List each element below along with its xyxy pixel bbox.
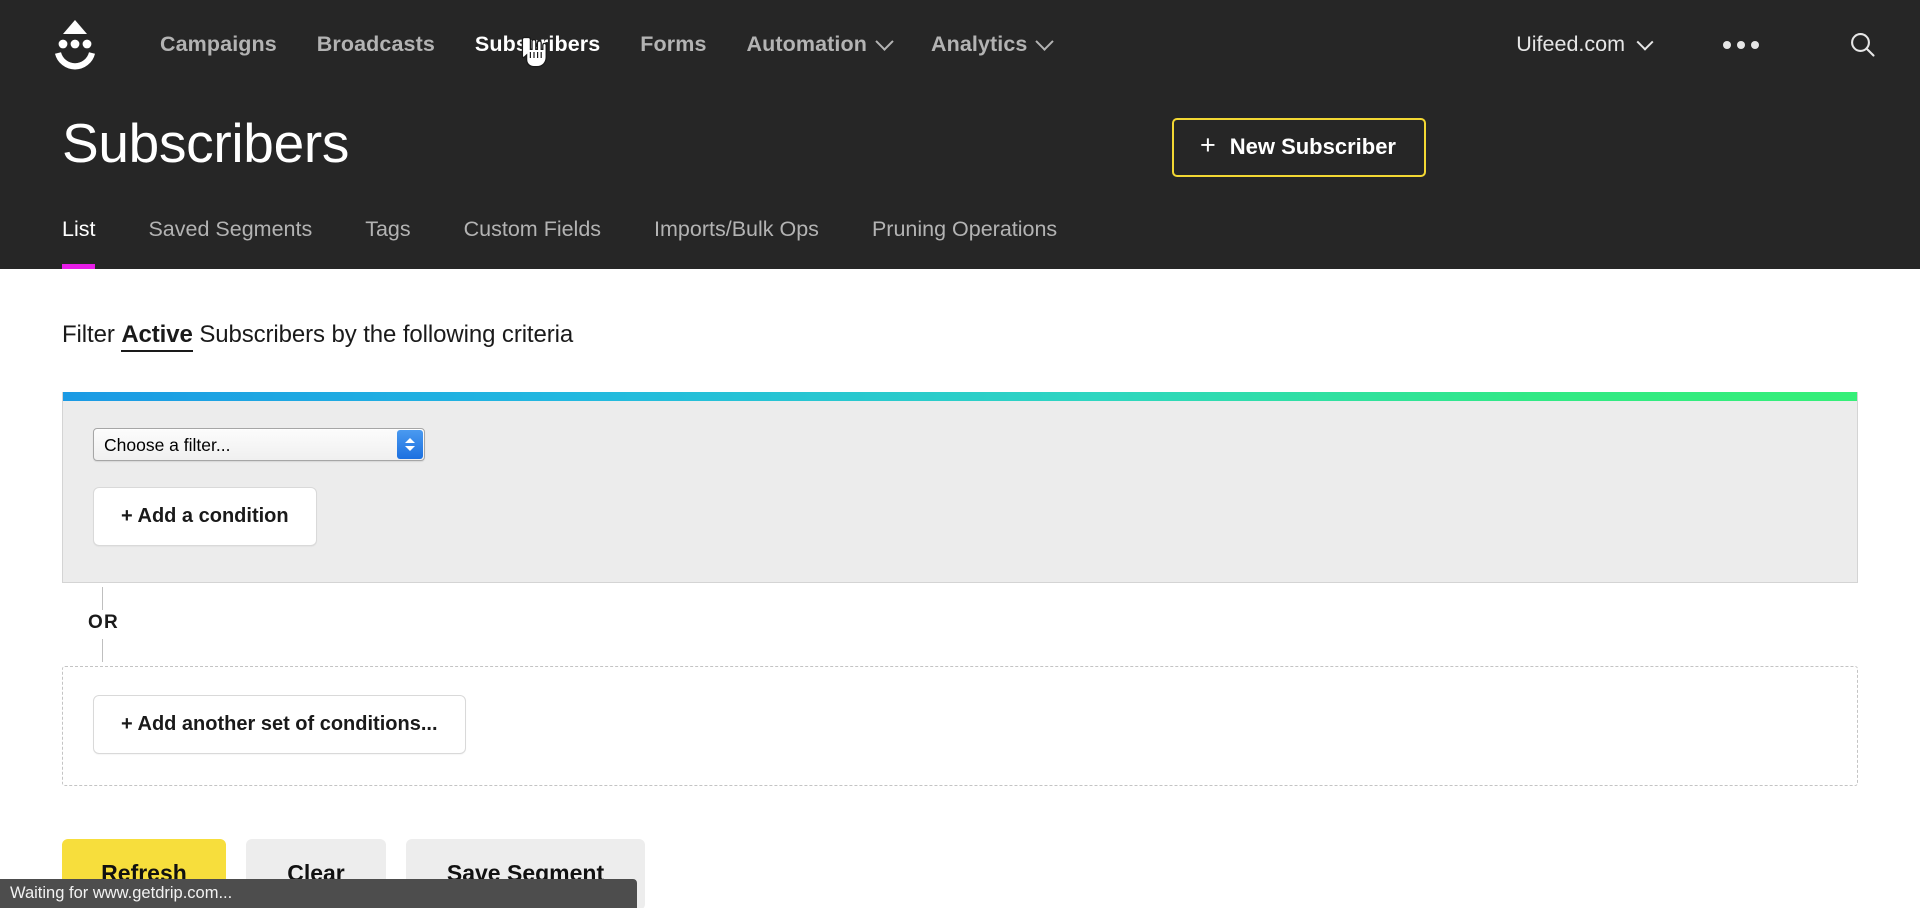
nav-item-label: Forms (640, 32, 707, 56)
nav-right-group: Uifeed.com (1504, 21, 1886, 68)
or-label: OR (88, 610, 125, 636)
account-switcher[interactable]: Uifeed.com (1504, 22, 1663, 67)
tab-tags[interactable]: Tags (365, 207, 410, 269)
chevron-down-icon (1035, 32, 1055, 51)
tab-saved-segments[interactable]: Saved Segments (148, 207, 312, 269)
new-subscriber-button-label: New Subscriber (1229, 134, 1396, 159)
or-connector-line-top (102, 587, 103, 610)
account-name-label: Uifeed.com (1516, 32, 1625, 56)
filter-select[interactable]: Choose a filter... (93, 428, 425, 461)
top-navigation-bar: Campaigns Broadcasts Subscribers Forms A… (0, 0, 1920, 89)
nav-item-label: Broadcasts (316, 32, 435, 56)
dot (1751, 40, 1759, 49)
chevron-down-icon (1636, 33, 1654, 51)
or-connector-line-bottom (102, 639, 103, 662)
add-another-condition-set-button[interactable]: + Add another set of conditions... (93, 695, 466, 754)
page-title: Subscribers (62, 112, 350, 174)
filter-select-wrapper: Choose a filter... (93, 428, 425, 461)
plus-icon: + (1199, 130, 1216, 161)
filter-builder-panel: Filter Active Subscribers by the followi… (0, 269, 1920, 908)
gradient-accent-bar (63, 392, 1857, 401)
nav-item-label: Automation (746, 32, 867, 56)
tab-label: List (62, 217, 96, 241)
dot (1737, 40, 1745, 49)
subscriber-status-link[interactable]: Active (121, 321, 193, 352)
tab-label: Imports/Bulk Ops (654, 217, 819, 241)
or-divider: OR (62, 583, 1858, 666)
add-condition-set-placeholder: + Add another set of conditions... (62, 666, 1858, 786)
filter-description: Filter Active Subscribers by the followi… (62, 269, 1858, 352)
subscribers-tab-bar: List Saved Segments Tags Custom Fields I… (62, 207, 1110, 269)
tab-pruning-operations[interactable]: Pruning Operations (872, 207, 1057, 269)
nav-item-analytics[interactable]: Analytics (911, 22, 1072, 67)
status-bar-text: Waiting for www.getdrip.com... (10, 884, 233, 902)
dot (1723, 40, 1731, 49)
nav-item-campaigns[interactable]: Campaigns (140, 22, 297, 67)
tab-label: Custom Fields (463, 217, 602, 241)
add-condition-button[interactable]: + Add a condition (93, 487, 317, 546)
page-header: Subscribers + New Subscriber List Saved … (0, 89, 1920, 269)
nav-item-subscribers[interactable]: Subscribers (455, 22, 620, 67)
filter-suffix-label: Subscribers by the following criteria (199, 321, 574, 348)
tab-imports-bulk-ops[interactable]: Imports/Bulk Ops (654, 207, 819, 269)
tab-label: Saved Segments (148, 217, 313, 241)
nav-item-automation[interactable]: Automation (727, 22, 911, 67)
nav-item-broadcasts[interactable]: Broadcasts (297, 22, 455, 67)
tab-label: Pruning Operations (871, 217, 1058, 241)
chevron-down-icon (875, 32, 894, 51)
nav-item-label: Campaigns (160, 32, 277, 56)
filter-prefix-label: Filter (62, 321, 115, 348)
new-subscriber-button[interactable]: + New Subscriber (1171, 118, 1426, 177)
add-condition-row: + Add a condition (93, 487, 1827, 546)
tab-label: Tags (365, 217, 411, 241)
condition-group: Choose a filter... + Add a condition (62, 392, 1858, 583)
tab-custom-fields[interactable]: Custom Fields (464, 207, 601, 269)
nav-item-label: Analytics (930, 32, 1028, 56)
nav-item-forms[interactable]: Forms (620, 22, 726, 67)
search-icon[interactable] (1839, 21, 1886, 68)
nav-item-label: Subscribers (474, 32, 601, 56)
primary-nav-links: Campaigns Broadcasts Subscribers Forms A… (140, 22, 1071, 67)
drip-smiley-logo[interactable] (48, 17, 102, 73)
tab-list[interactable]: List (62, 207, 96, 269)
browser-status-bar: Waiting for www.getdrip.com... (0, 879, 637, 908)
ellipsis-icon[interactable] (1701, 27, 1781, 63)
